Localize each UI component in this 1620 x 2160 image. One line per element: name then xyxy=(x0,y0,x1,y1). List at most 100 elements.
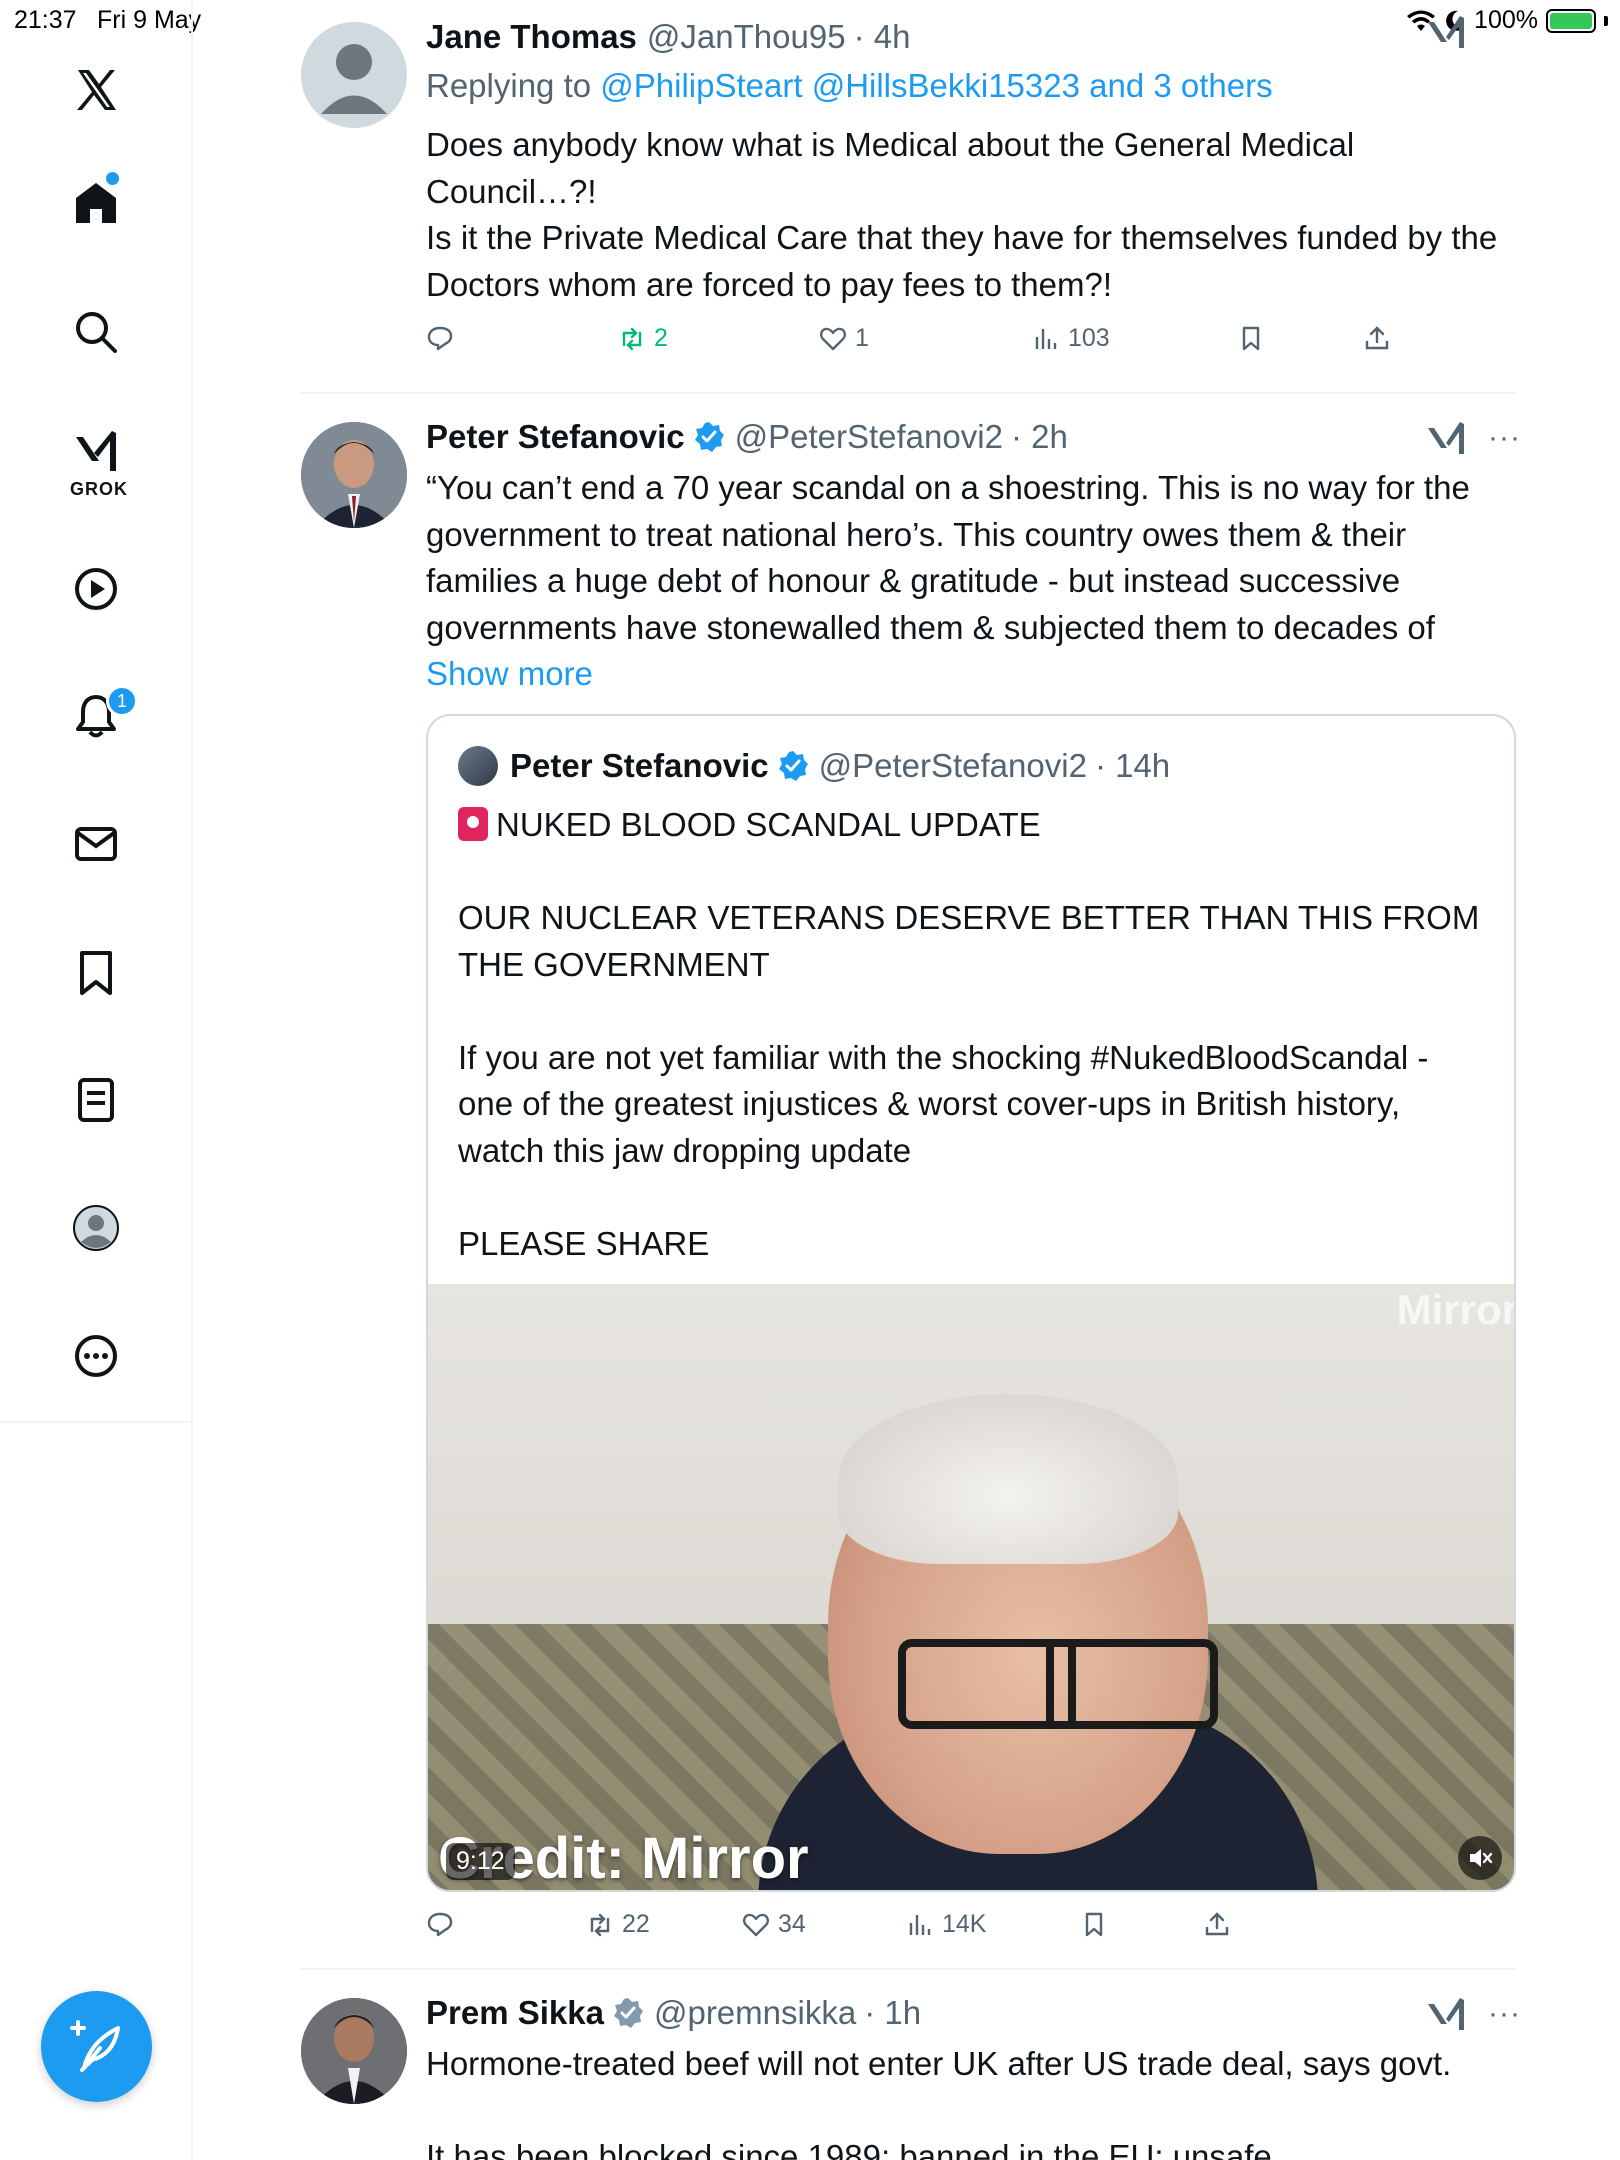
quoted-tweet-header: Peter Stefanovic @PeterStefanovi2 · 14h xyxy=(458,746,1170,786)
repost-icon xyxy=(622,327,642,350)
views-count: 103 xyxy=(1068,324,1110,352)
replying-to-prefix: Replying to xyxy=(426,67,601,104)
tweet-text: Hormone-treated beef will not enter UK a… xyxy=(426,2045,1452,2160)
grok-icon[interactable] xyxy=(66,421,126,481)
user-handle[interactable]: @premnsikka xyxy=(654,1994,856,2032)
notifications-badge: 1 xyxy=(106,685,138,717)
show-more-link[interactable]: Show more xyxy=(426,655,593,692)
views-icon xyxy=(1035,328,1057,349)
tweet-time[interactable]: · 4h xyxy=(854,18,911,56)
tweet-time[interactable]: · 1h xyxy=(864,1994,921,2032)
repost-button[interactable]: 2 xyxy=(618,324,668,353)
more-options-icon[interactable] xyxy=(66,1326,126,1386)
x-logo-icon[interactable] xyxy=(66,60,126,120)
compose-quill-icon xyxy=(69,2019,120,2072)
tweet-header: Jane Thomas @JanThou95 · 4h xyxy=(426,18,910,56)
tweet-header: Prem Sikka @premnsikka · 1h xyxy=(426,1994,921,2032)
bookmarks-icon[interactable] xyxy=(66,943,126,1003)
display-name[interactable]: Jane Thomas xyxy=(426,18,637,56)
repost-count: 2 xyxy=(654,324,668,352)
views-button[interactable]: 14K xyxy=(906,1910,986,1939)
timeline: Jane Thomas @JanThou95 · 4h Replying to … xyxy=(193,0,1620,2160)
user-handle[interactable]: @JanThou95 xyxy=(647,18,846,56)
home-unread-dot xyxy=(106,172,119,185)
heart-icon xyxy=(820,327,846,350)
like-button[interactable]: 1 xyxy=(819,324,869,353)
reply-button[interactable] xyxy=(426,324,454,352)
bookmark-button[interactable] xyxy=(1080,1910,1108,1938)
tweet-divider xyxy=(301,1968,1516,1970)
repost-icon xyxy=(590,1913,610,1936)
views-count: 14K xyxy=(942,1910,987,1938)
reply-icon xyxy=(427,1912,453,1937)
quoted-tweet[interactable]: Peter Stefanovic @PeterStefanovi2 · 14h … xyxy=(426,714,1516,1892)
video-duration: 9:12 xyxy=(446,1843,515,1880)
display-name[interactable]: Peter Stefanovic xyxy=(426,418,685,456)
siren-emoji-icon xyxy=(458,807,488,841)
tweet-divider xyxy=(301,392,1516,394)
video-player[interactable]: Mirror Credit: Mirror 9:12 xyxy=(428,1284,1516,1890)
tweet-text-body: “You can’t end a 70 year scandal on a sh… xyxy=(426,469,1479,646)
avatar[interactable] xyxy=(301,1998,407,2104)
tweet-tools xyxy=(1426,14,1466,50)
grok-explain-icon[interactable] xyxy=(1426,420,1466,456)
verified-badge-icon xyxy=(694,422,724,452)
share-icon xyxy=(1365,326,1389,350)
bookmark-icon xyxy=(1085,1912,1103,1937)
quoted-tweet-body: NUKED BLOOD SCANDAL UPDATE OUR NUCLEAR V… xyxy=(458,806,1480,1262)
bookmark-icon xyxy=(1242,326,1260,351)
heart-icon xyxy=(743,1913,769,1936)
tweet-actions: 22 34 14K xyxy=(426,1910,1426,1950)
speaker-muted-icon xyxy=(1470,1849,1493,1867)
verified-badge-icon xyxy=(778,751,808,781)
tweet-tools: ··· xyxy=(1426,1996,1521,2032)
quoted-display-name: Peter Stefanovic xyxy=(510,747,769,784)
more-options-icon[interactable]: ··· xyxy=(1488,421,1521,455)
video-icon[interactable] xyxy=(66,559,126,619)
quoted-tweet-text: NUKED BLOOD SCANDAL UPDATE OUR NUCLEAR V… xyxy=(458,802,1488,1267)
share-icon xyxy=(1205,1912,1229,1936)
views-button[interactable]: 103 xyxy=(1032,324,1110,353)
reply-button[interactable] xyxy=(426,1910,454,1938)
avatar[interactable] xyxy=(301,22,407,128)
grok-explain-icon[interactable] xyxy=(1426,1996,1466,2032)
profile-avatar-icon[interactable] xyxy=(66,1198,126,1258)
tweet-tools: ··· xyxy=(1426,420,1521,456)
reply-icon xyxy=(427,326,453,351)
quoted-avatar xyxy=(458,746,498,786)
tweet-header: Peter Stefanovic @PeterStefanovi2 · 2h xyxy=(426,418,1068,456)
video-person-glasses xyxy=(898,1639,1218,1729)
avatar[interactable] xyxy=(301,422,407,528)
lists-icon[interactable] xyxy=(66,1070,126,1130)
compose-button[interactable] xyxy=(41,1991,152,2102)
like-count: 34 xyxy=(778,1910,806,1938)
video-person-hair xyxy=(838,1394,1178,1564)
video-watermark: Mirror xyxy=(1396,1286,1516,1333)
sidebar: GROK 1 xyxy=(0,0,193,2160)
tweet-text: “You can’t end a 70 year scandal on a sh… xyxy=(426,465,1516,698)
like-button[interactable]: 34 xyxy=(742,1910,806,1939)
tweet-time[interactable]: · 2h xyxy=(1011,418,1068,456)
share-button[interactable] xyxy=(1363,324,1391,352)
grok-explain-icon[interactable] xyxy=(1426,14,1466,50)
quoted-tweet-time: · 14h xyxy=(1094,747,1171,784)
tweet-text: Does anybody know what is Medical about … xyxy=(426,126,1498,303)
tweet-actions: 2 1 103 xyxy=(426,324,1426,364)
display-name[interactable]: Prem Sikka xyxy=(426,1994,604,2032)
bookmark-button[interactable] xyxy=(1237,324,1265,352)
grok-label: GROK xyxy=(70,479,128,499)
repost-button[interactable]: 22 xyxy=(586,1910,650,1939)
share-button[interactable] xyxy=(1203,1910,1231,1938)
replying-to: Replying to @PhilipSteart @HillsBekki153… xyxy=(426,67,1273,105)
search-icon[interactable] xyxy=(66,302,126,362)
like-count: 1 xyxy=(855,324,869,352)
more-options-icon[interactable]: ··· xyxy=(1488,1997,1521,2031)
sidebar-divider xyxy=(0,1421,193,1423)
replying-to-users[interactable]: @PhilipSteart @HillsBekki15323 and 3 oth… xyxy=(600,67,1272,104)
repost-count: 22 xyxy=(622,1910,650,1938)
quoted-user-handle: @PeterStefanovi2 xyxy=(818,747,1087,784)
user-handle[interactable]: @PeterStefanovi2 xyxy=(735,418,1003,456)
views-icon xyxy=(909,1914,931,1935)
messages-icon[interactable] xyxy=(66,814,126,874)
mute-button[interactable] xyxy=(1458,1836,1502,1880)
